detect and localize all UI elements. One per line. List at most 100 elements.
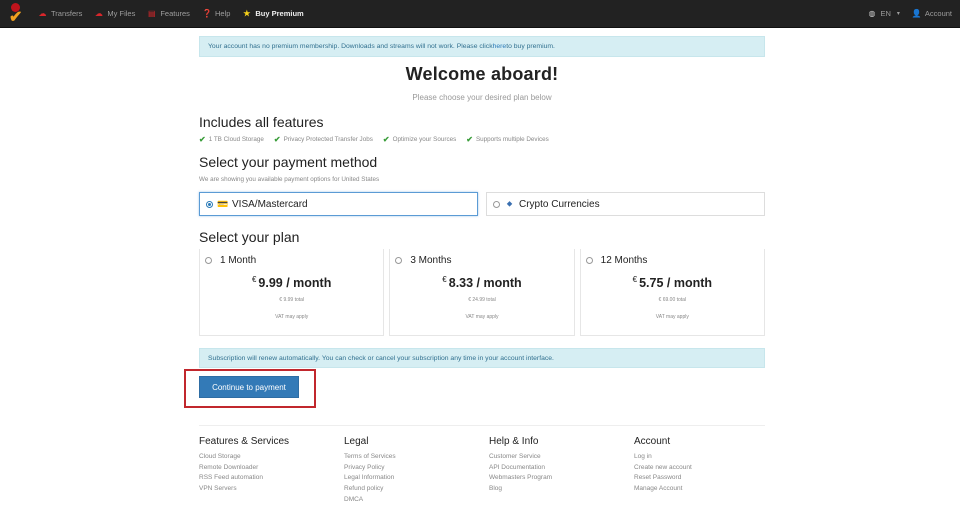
footer-link[interactable]: Refund policy	[344, 484, 489, 495]
nav-features[interactable]: ▤ Features	[147, 9, 190, 18]
plan-title-label: 1 Month	[220, 255, 257, 266]
plan-total: € 69.00 total	[658, 297, 687, 303]
nav-my-files[interactable]: ☁ My Files	[94, 9, 135, 18]
nav-buy-premium[interactable]: ★ Buy Premium	[242, 9, 303, 18]
footer-link[interactable]: RSS Feed automation	[199, 473, 344, 484]
footer-link[interactable]: Cloud Storage	[199, 452, 344, 463]
language-dropdown[interactable]: ◍ EN ▾	[867, 9, 899, 18]
plan-total: € 9.99 total	[279, 297, 305, 303]
payment-option-label: Crypto Currencies	[519, 198, 600, 210]
plan-title-label: 12 Months	[600, 255, 648, 266]
caret-down-icon: ▾	[896, 11, 900, 17]
plan-title-label: 3 Months	[410, 255, 452, 266]
footer-link[interactable]: VPN Servers	[199, 484, 344, 495]
top-navbar: ✔ ☁ Transfers ☁ My Files ▤ Features ❓ He…	[0, 0, 960, 28]
plan-heading: Select your plan	[199, 229, 300, 245]
feature-item: ✔ Optimize your Sources	[383, 135, 456, 144]
plan-card-12-months[interactable]: 12 Months €5.75 / month € 69.00 total VA…	[579, 249, 765, 336]
footer-link[interactable]: Create new account	[634, 463, 779, 474]
footer-link[interactable]: Manage Account	[634, 484, 779, 495]
feature-label: Privacy Protected Transfer Jobs	[283, 136, 373, 143]
footer-link[interactable]: Customer Service	[489, 452, 634, 463]
plan-total: € 24.99 total	[468, 297, 496, 303]
footer-column-legal: Legal Terms of Services Privacy Policy L…	[344, 436, 489, 506]
nav-my-files-label: My Files	[107, 9, 136, 18]
check-icon: ✔	[382, 135, 390, 144]
plan-list: 1 Month €9.99 / month € 9.99 total VAT m…	[199, 249, 765, 336]
globe-icon: ◍	[868, 8, 876, 18]
check-icon: ✔	[466, 135, 473, 144]
payment-option-crypto[interactable]: ⬥ Crypto Currencies	[486, 192, 765, 216]
payment-note: We are showing you available payment opt…	[199, 176, 380, 183]
footer-heading: Account	[634, 436, 671, 447]
plan-price: €8.33 / month	[390, 275, 573, 290]
nav-menu: ☁ Transfers ☁ My Files ▤ Features ❓ Help…	[38, 9, 304, 18]
plan-title: 12 Months	[585, 255, 648, 266]
plan-title: 3 Months	[395, 255, 451, 266]
radio-selected[interactable]	[206, 200, 213, 208]
continue-to-payment-button[interactable]: Continue to payment	[199, 376, 299, 398]
plan-title: 1 Month	[205, 255, 256, 266]
nav-transfers[interactable]: ☁ Transfers	[38, 9, 83, 18]
footer-link[interactable]: Remote Downloader	[199, 463, 344, 474]
payment-option-label: VISA/Mastercard	[232, 198, 308, 210]
plan-price-value: 9.99 / month	[258, 276, 332, 290]
nav-features-label: Features	[160, 9, 190, 18]
footer-link[interactable]: Reset Password	[634, 473, 779, 484]
footer-column-account: Account Log in Create new account Reset …	[634, 436, 779, 506]
premium-alert-text-after: to buy premium.	[506, 43, 555, 50]
footer-heading: Legal	[344, 436, 369, 447]
plan-price-value: 5.75 / month	[639, 276, 713, 290]
nav-help-label: Help	[214, 9, 231, 18]
currency-symbol: €	[251, 275, 257, 284]
plan-vat-note: VAT may apply	[275, 314, 309, 320]
plan-card-1-month[interactable]: 1 Month €9.99 / month € 9.99 total VAT m…	[199, 249, 385, 336]
page-subtitle: Please choose your desired plan below	[412, 93, 552, 102]
currency-symbol: €	[632, 275, 638, 284]
plan-radio[interactable]	[395, 257, 403, 264]
features-list: ✔ 1 TB Cloud Storage ✔ Privacy Protected T…	[199, 135, 765, 144]
footer-column-help: Help & Info Customer Service API Documen…	[489, 436, 634, 506]
check-icon: ✔	[273, 135, 281, 144]
buy-premium-link[interactable]: here	[493, 43, 507, 50]
plan-price: €5.75 / month	[581, 275, 764, 290]
renewal-alert: Subscription will renew automatically. Y…	[199, 348, 765, 368]
feature-item: ✔ Privacy Protected Transfer Jobs	[274, 135, 373, 144]
footer-link[interactable]: Log in	[634, 452, 779, 463]
footer-heading: Help & Info	[489, 436, 539, 447]
footer: Features & Services Cloud Storage Remote…	[199, 436, 799, 506]
nav-help[interactable]: ❓ Help	[202, 9, 230, 18]
cloud-icon: ☁	[94, 8, 103, 18]
plan-card-3-months[interactable]: 3 Months €8.33 / month € 24.99 total VAT…	[389, 249, 575, 336]
radio-unselected[interactable]	[493, 200, 500, 208]
feature-label: Supports multiple Devices	[475, 136, 549, 143]
premium-alert-text-before: Your account has no premium membership. …	[208, 43, 493, 50]
footer-divider	[199, 425, 765, 426]
footer-link[interactable]: DMCA	[344, 495, 489, 506]
footer-link[interactable]: Privacy Policy	[344, 463, 489, 474]
check-icon: ✔	[199, 135, 206, 144]
logo-icon[interactable]: ✔	[4, 2, 28, 26]
nav-transfers-label: Transfers	[51, 9, 83, 18]
nav-right: ◍ EN ▾ 👤 Account	[867, 9, 952, 18]
footer-link[interactable]: Webmasters Program	[489, 473, 634, 484]
logo-check: ✔	[9, 8, 23, 26]
plan-vat-note: VAT may apply	[465, 314, 499, 320]
payment-option-card[interactable]: 💳 VISA/Mastercard	[199, 192, 478, 216]
list-icon: ▤	[148, 8, 156, 18]
features-heading: Includes all features	[199, 114, 324, 130]
footer-link[interactable]: Terms of Services	[344, 452, 489, 463]
account-menu[interactable]: 👤 Account	[912, 9, 952, 18]
footer-link[interactable]: Legal Information	[344, 473, 489, 484]
plan-radio[interactable]	[205, 257, 212, 264]
plan-radio[interactable]	[585, 257, 593, 264]
credit-card-icon: 💳	[217, 198, 229, 209]
currency-symbol: €	[442, 275, 447, 284]
feature-label: Optimize your Sources	[392, 136, 457, 143]
language-label: EN	[880, 9, 891, 18]
star-icon: ★	[243, 8, 251, 18]
footer-link[interactable]: API Documentation	[489, 463, 634, 474]
crypto-icon: ⬥	[506, 199, 513, 208]
footer-link[interactable]: Blog	[489, 484, 634, 495]
premium-alert: Your account has no premium membership. …	[199, 36, 765, 57]
